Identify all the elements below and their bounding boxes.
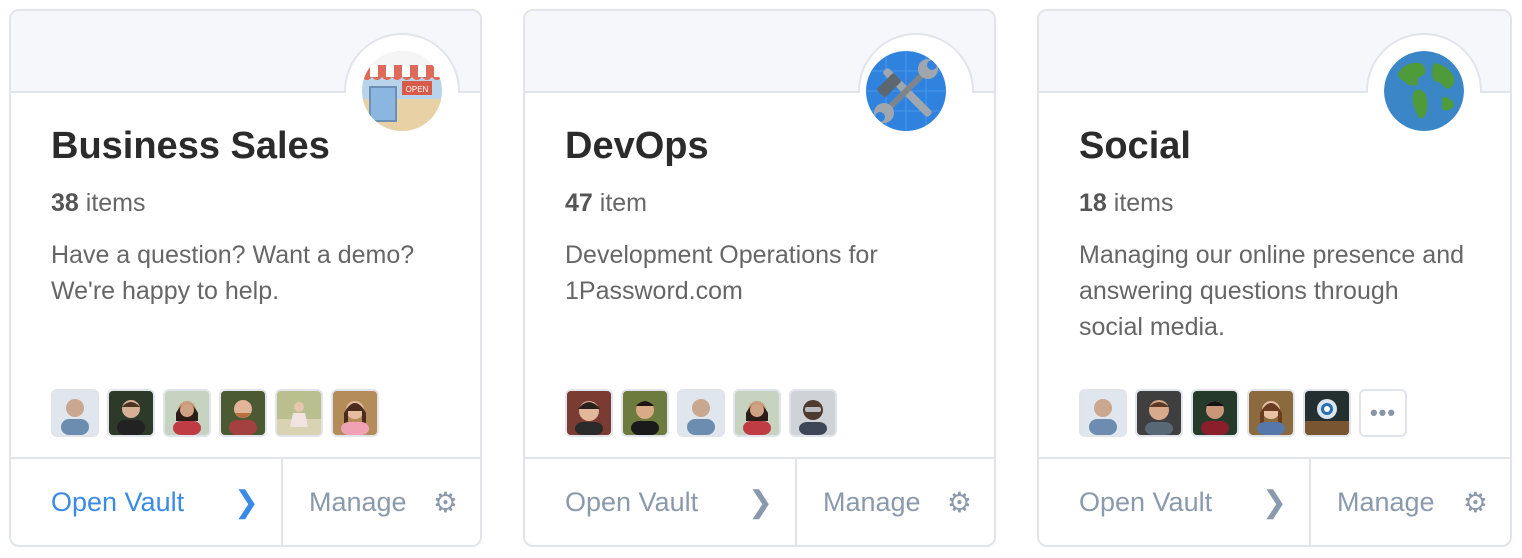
avatar[interactable]: [1079, 389, 1127, 437]
gear-icon: ⚙: [432, 486, 458, 518]
chevron-right-icon: ❯: [747, 485, 773, 519]
avatar[interactable]: [275, 389, 323, 437]
avatar[interactable]: [789, 389, 837, 437]
manage-button[interactable]: Manage ⚙: [1311, 459, 1510, 545]
open-vault-button[interactable]: Open Vault ❯: [11, 459, 283, 545]
vault-title: Social: [1079, 125, 1191, 167]
svg-text:OPEN: OPEN: [406, 85, 429, 94]
card-footer: Open Vault ❯ Manage ⚙: [525, 457, 994, 545]
vault-card-devops: DevOps 47 item Development Operations fo…: [523, 9, 996, 547]
vault-description: Development Operations for 1Password.com: [565, 241, 878, 305]
vault-card-business-sales: OPEN Business Sales 38 items Have a ques…: [9, 9, 482, 547]
avatar[interactable]: [621, 389, 669, 437]
avatar[interactable]: [107, 389, 155, 437]
globe-icon: [1384, 51, 1464, 131]
manage-button[interactable]: Manage ⚙: [283, 459, 480, 545]
avatar[interactable]: [331, 389, 379, 437]
member-avatars: [565, 389, 837, 437]
open-vault-button[interactable]: Open Vault ❯: [525, 459, 797, 545]
avatar[interactable]: [565, 389, 613, 437]
avatar[interactable]: [733, 389, 781, 437]
item-count: 38 items: [51, 189, 146, 217]
vault-description: Have a question? Want a demo? We're happ…: [51, 241, 415, 305]
vault-description: Managing our online presence and answeri…: [1079, 241, 1464, 341]
avatar[interactable]: [219, 389, 267, 437]
avatar[interactable]: [163, 389, 211, 437]
open-vault-button[interactable]: Open Vault ❯: [1039, 459, 1311, 545]
item-count: 18 items: [1079, 189, 1174, 217]
avatar[interactable]: [51, 389, 99, 437]
avatar[interactable]: [677, 389, 725, 437]
vault-title: DevOps: [565, 125, 709, 167]
vault-title: Business Sales: [51, 125, 330, 167]
member-avatars: •••: [1079, 389, 1407, 437]
chevron-right-icon: ❯: [1261, 485, 1287, 519]
card-footer: Open Vault ❯ Manage ⚙: [11, 457, 480, 545]
storefront-icon: OPEN: [362, 51, 442, 131]
vault-card-social: Social 18 items Managing our online pres…: [1037, 9, 1512, 547]
avatar[interactable]: [1247, 389, 1295, 437]
gear-icon: ⚙: [1462, 486, 1488, 518]
more-members-button[interactable]: •••: [1359, 389, 1407, 437]
member-avatars: [51, 389, 379, 437]
manage-button[interactable]: Manage ⚙: [797, 459, 994, 545]
card-footer: Open Vault ❯ Manage ⚙: [1039, 457, 1510, 545]
tools-icon: [866, 51, 946, 131]
gear-icon: ⚙: [946, 486, 972, 518]
avatar[interactable]: [1303, 389, 1351, 437]
item-count: 47 item: [565, 189, 647, 217]
avatar[interactable]: [1191, 389, 1239, 437]
chevron-right-icon: ❯: [233, 485, 259, 519]
avatar[interactable]: [1135, 389, 1183, 437]
